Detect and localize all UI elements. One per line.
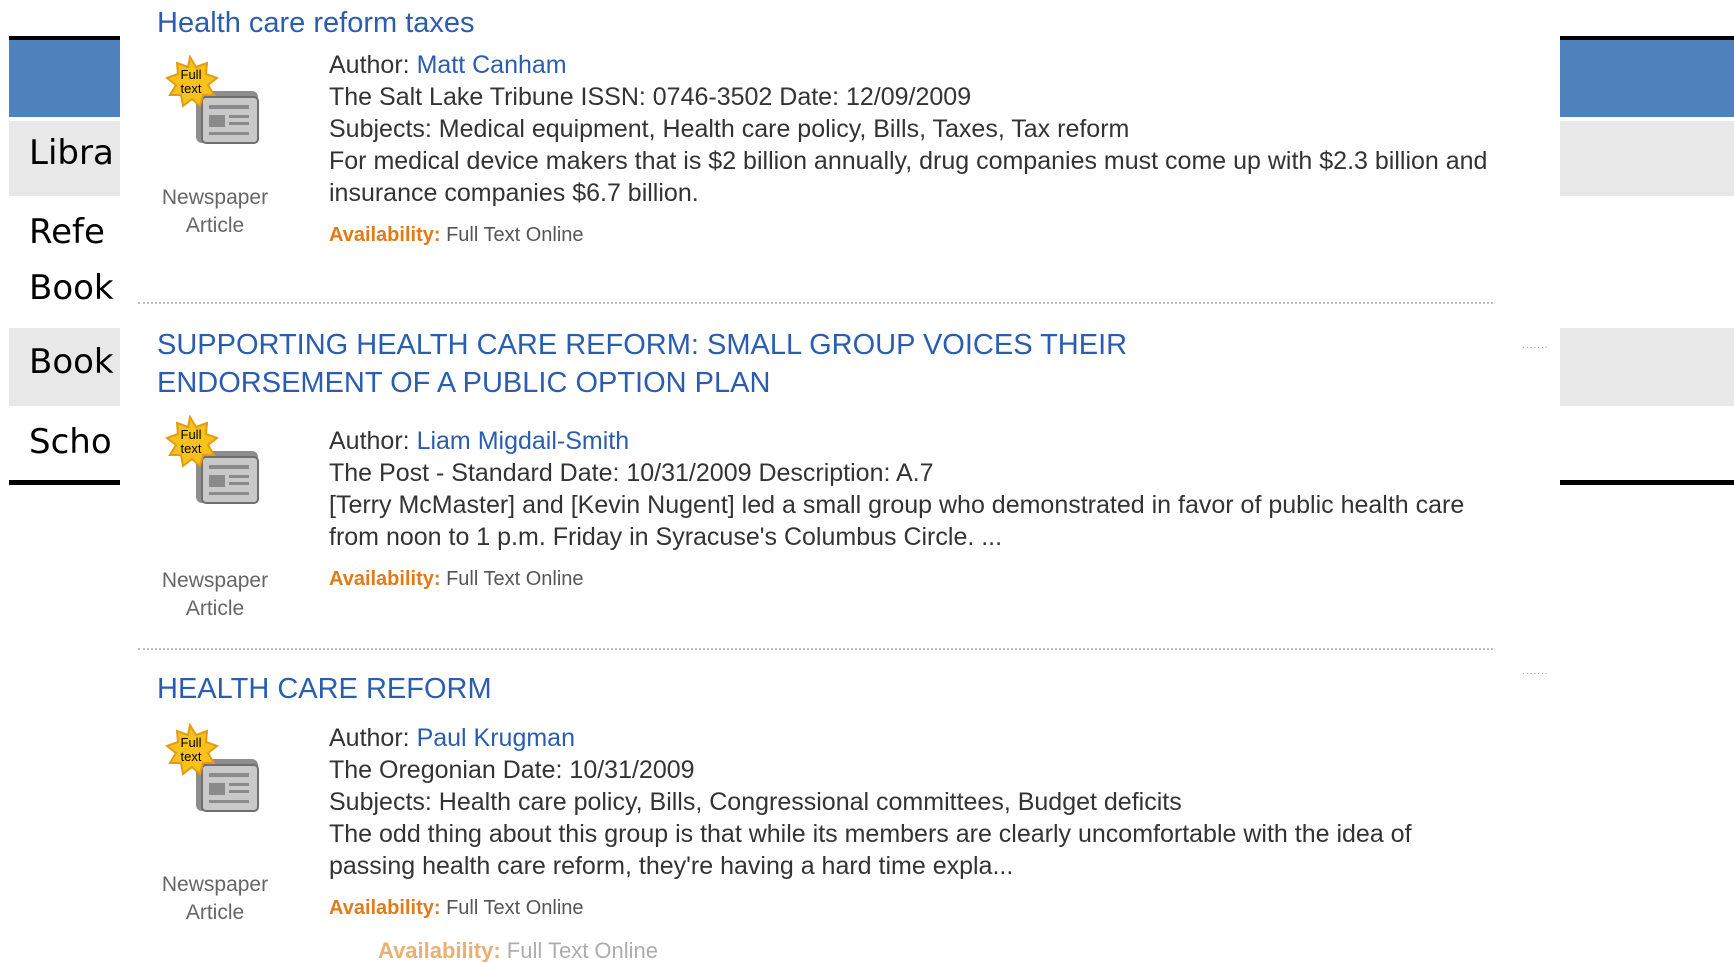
author-line: Author: Liam Migdail-Smith bbox=[329, 427, 630, 455]
table-cell: Book bbox=[29, 342, 114, 382]
source-line: The Post - Standard Date: 10/31/2009 Des… bbox=[329, 459, 934, 487]
result-title-link[interactable]: HEALTH CARE REFORM bbox=[157, 670, 492, 708]
source-line: The Oregonian Date: 10/31/2009 bbox=[329, 756, 695, 784]
availability-link[interactable]: Full Text Online bbox=[446, 224, 583, 246]
newspaper-article-icon: Full text bbox=[162, 54, 272, 165]
ghost-availability-line: Availability: Full Text Online bbox=[378, 938, 659, 962]
result-separator bbox=[138, 648, 1493, 650]
snippet: The odd thing about this group is that w… bbox=[329, 820, 1412, 880]
svg-text:text: text bbox=[181, 749, 202, 764]
full-text-badge: Full bbox=[181, 735, 202, 750]
search-results-panel: Health care reform taxes Full text Newsp… bbox=[120, 0, 1560, 962]
table-cell: Book bbox=[29, 268, 114, 308]
divider-dots: ....... bbox=[1522, 340, 1549, 351]
table-cell: Refe bbox=[29, 212, 105, 252]
result-title-link[interactable]: SUPPORTING HEALTH CARE REFORM: SMALL GRO… bbox=[157, 326, 1127, 402]
full-text-badge: Full bbox=[181, 67, 202, 82]
subjects-line: Subjects: Health care policy, Bills, Con… bbox=[329, 788, 1182, 816]
author-link[interactable]: Liam Migdail-Smith bbox=[417, 427, 630, 455]
newspaper-article-icon: Full text bbox=[162, 414, 272, 525]
full-text-badge: Full bbox=[181, 427, 202, 442]
availability: Availability: Full Text Online bbox=[329, 224, 584, 246]
result-meta: Author: Matt Canham The Salt Lake Tribun… bbox=[329, 49, 1489, 251]
availability: Availability: Full Text Online bbox=[329, 568, 584, 590]
author-line: Author: Matt Canham bbox=[329, 51, 567, 79]
newspaper-article-icon: Full text bbox=[162, 722, 272, 833]
table-cell: Scho bbox=[29, 422, 112, 462]
availability-link[interactable]: Full Text Online bbox=[446, 897, 583, 919]
result-meta: Author: Liam Migdail-Smith The Post - St… bbox=[329, 425, 1489, 595]
item-type-label: Newspaper Article bbox=[161, 873, 269, 924]
snippet: [Terry McMaster] and [Kevin Nugent] led … bbox=[329, 491, 1465, 551]
result-meta: Author: Paul Krugman The Oregonian Date:… bbox=[329, 722, 1489, 924]
author-link[interactable]: Matt Canham bbox=[417, 51, 567, 79]
availability: Availability: Full Text Online bbox=[329, 897, 584, 919]
result-title-link[interactable]: Health care reform taxes bbox=[157, 4, 475, 42]
source-line: The Salt Lake Tribune ISSN: 0746-3502 Da… bbox=[329, 83, 972, 111]
subjects-line: Subjects: Medical equipment, Health care… bbox=[329, 115, 1130, 143]
divider-dots: ....... bbox=[1522, 666, 1549, 677]
svg-text:text: text bbox=[181, 81, 202, 96]
availability-link[interactable]: Full Text Online bbox=[446, 568, 583, 590]
item-type-label: Newspaper Article bbox=[161, 569, 269, 620]
author-link[interactable]: Paul Krugman bbox=[417, 724, 575, 752]
svg-text:text: text bbox=[181, 441, 202, 456]
table-cell: Libra bbox=[29, 133, 114, 173]
item-type-label: Newspaper Article bbox=[161, 186, 269, 237]
result-separator bbox=[138, 302, 1493, 304]
author-line: Author: Paul Krugman bbox=[329, 724, 575, 752]
snippet: For medical device makers that is $2 bil… bbox=[329, 147, 1488, 207]
